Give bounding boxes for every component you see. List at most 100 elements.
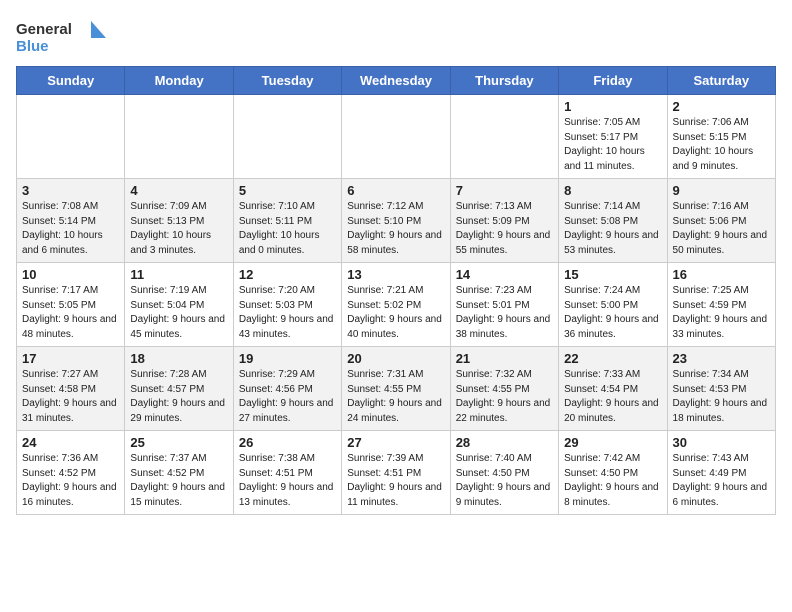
calendar-table: SundayMondayTuesdayWednesdayThursdayFrid… xyxy=(16,66,776,515)
day-number: 22 xyxy=(564,351,661,366)
calendar-cell xyxy=(233,95,341,179)
calendar-cell: 28 Sunrise: 7:40 AMSunset: 4:50 PMDayligh… xyxy=(450,431,558,515)
calendar-cell: 9 Sunrise: 7:16 AMSunset: 5:06 PMDaylight… xyxy=(667,179,775,263)
day-number: 15 xyxy=(564,267,661,282)
day-number: 17 xyxy=(22,351,119,366)
calendar-cell: 19Sunrise: 7:29 AMSunset: 4:56 PMDayligh… xyxy=(233,347,341,431)
day-info: Sunrise: 7:32 AMSunset: 4:55 PMDaylight:… xyxy=(456,368,553,426)
day-info: Sunrise: 7:10 AMSunset: 5:11 PMDaylight:… xyxy=(239,200,336,258)
day-info: Sunrise: 7:31 AMSunset: 4:55 PMDaylight:… xyxy=(347,368,444,426)
day-number: 9 xyxy=(673,183,770,198)
calendar-cell: 6 Sunrise: 7:12 AMSunset: 5:10 PMDaylight… xyxy=(342,179,450,263)
calendar-cell: 23 Sunrise: 7:34 AMSunset: 4:53 PMDayligh… xyxy=(667,347,775,431)
calendar-cell: 26 Sunrise: 7:38 AMSunset: 4:51 PMDayligh… xyxy=(233,431,341,515)
day-number: 18 xyxy=(130,351,227,366)
calendar-cell: 17 Sunrise: 7:27 AMSunset: 4:58 PMDayligh… xyxy=(17,347,125,431)
day-info: Sunrise: 7:08 AMSunset: 5:14 PMDaylight:… xyxy=(22,200,119,258)
weekday-header-thursday: Thursday xyxy=(450,67,558,95)
calendar-cell: 5 Sunrise: 7:10 AMSunset: 5:11 PMDaylight… xyxy=(233,179,341,263)
day-info: Sunrise: 7:14 AMSunset: 5:08 PMDaylight:… xyxy=(564,200,661,258)
day-number: 13 xyxy=(347,267,444,282)
calendar-cell xyxy=(125,95,233,179)
day-number: 25 xyxy=(130,435,227,450)
day-info: Sunrise: 7:09 AMSunset: 5:13 PMDaylight:… xyxy=(130,200,227,258)
day-info: Sunrise: 7:27 AMSunset: 4:58 PMDaylight:… xyxy=(22,368,119,426)
weekday-header-wednesday: Wednesday xyxy=(342,67,450,95)
calendar-week-4: 17 Sunrise: 7:27 AMSunset: 4:58 PMDayligh… xyxy=(17,347,776,431)
day-info: Sunrise: 7:13 AMSunset: 5:09 PMDaylight:… xyxy=(456,200,553,258)
day-info: Sunrise: 7:37 AMSunset: 4:52 PMDaylight:… xyxy=(130,452,227,510)
calendar-cell: 15 Sunrise: 7:24 AMSunset: 5:00 PMDayligh… xyxy=(559,263,667,347)
day-info: Sunrise: 7:28 AMSunset: 4:57 PMDaylight:… xyxy=(130,368,227,426)
calendar-cell: 13 Sunrise: 7:21 AMSunset: 5:02 PMDayligh… xyxy=(342,263,450,347)
day-number: 14 xyxy=(456,267,553,282)
day-number: 23 xyxy=(673,351,770,366)
calendar-cell xyxy=(342,95,450,179)
calendar-cell: 20 Sunrise: 7:31 AMSunset: 4:55 PMDayligh… xyxy=(342,347,450,431)
day-info: Sunrise: 7:39 AMSunset: 4:51 PMDaylight:… xyxy=(347,452,444,510)
logo-svg: General Blue xyxy=(16,16,106,56)
day-info: Sunrise: 7:40 AMSunset: 4:50 PMDaylight:… xyxy=(456,452,553,510)
calendar-cell: 3 Sunrise: 7:08 AMSunset: 5:14 PMDaylight… xyxy=(17,179,125,263)
calendar-cell: 27 Sunrise: 7:39 AMSunset: 4:51 PMDayligh… xyxy=(342,431,450,515)
day-info: Sunrise: 7:23 AMSunset: 5:01 PMDaylight:… xyxy=(456,284,553,342)
calendar-cell: 24 Sunrise: 7:36 AMSunset: 4:52 PMDayligh… xyxy=(17,431,125,515)
calendar-cell: 30 Sunrise: 7:43 AMSunset: 4:49 PMDayligh… xyxy=(667,431,775,515)
day-number: 1 xyxy=(564,99,661,114)
day-number: 5 xyxy=(239,183,336,198)
day-number: 8 xyxy=(564,183,661,198)
day-number: 16 xyxy=(673,267,770,282)
day-number: 6 xyxy=(347,183,444,198)
day-number: 4 xyxy=(130,183,227,198)
day-info: Sunrise: 7:34 AMSunset: 4:53 PMDaylight:… xyxy=(673,368,770,426)
day-info: Sunrise: 7:42 AMSunset: 4:50 PMDaylight:… xyxy=(564,452,661,510)
day-info: Sunrise: 7:29 AMSunset: 4:56 PMDaylight:… xyxy=(239,368,336,426)
day-info: Sunrise: 7:43 AMSunset: 4:49 PMDaylight:… xyxy=(673,452,770,510)
day-number: 29 xyxy=(564,435,661,450)
day-info: Sunrise: 7:16 AMSunset: 5:06 PMDaylight:… xyxy=(673,200,770,258)
logo-general-text: General xyxy=(16,21,72,38)
day-info: Sunrise: 7:36 AMSunset: 4:52 PMDaylight:… xyxy=(22,452,119,510)
page-header: General Blue xyxy=(16,16,776,56)
calendar-cell xyxy=(17,95,125,179)
day-number: 28 xyxy=(456,435,553,450)
calendar-cell: 2 Sunrise: 7:06 AMSunset: 5:15 PMDaylight… xyxy=(667,95,775,179)
day-number: 20 xyxy=(347,351,444,366)
calendar-cell xyxy=(450,95,558,179)
calendar-week-1: 1 Sunrise: 7:05 AMSunset: 5:17 PMDaylight… xyxy=(17,95,776,179)
day-number: 10 xyxy=(22,267,119,282)
calendar-cell: 12 Sunrise: 7:20 AMSunset: 5:03 PMDayligh… xyxy=(233,263,341,347)
day-number: 12 xyxy=(239,267,336,282)
day-number: 2 xyxy=(673,99,770,114)
day-number: 30 xyxy=(673,435,770,450)
day-number: 27 xyxy=(347,435,444,450)
day-number: 21 xyxy=(456,351,553,366)
calendar-week-5: 24 Sunrise: 7:36 AMSunset: 4:52 PMDayligh… xyxy=(17,431,776,515)
day-number: 3 xyxy=(22,183,119,198)
calendar-cell: 4 Sunrise: 7:09 AMSunset: 5:13 PMDaylight… xyxy=(125,179,233,263)
day-number: 26 xyxy=(239,435,336,450)
calendar-cell: 16 Sunrise: 7:25 AMSunset: 4:59 PMDayligh… xyxy=(667,263,775,347)
calendar-cell: 21 Sunrise: 7:32 AMSunset: 4:55 PMDayligh… xyxy=(450,347,558,431)
day-number: 24 xyxy=(22,435,119,450)
logo: General Blue xyxy=(16,16,106,56)
day-info: Sunrise: 7:21 AMSunset: 5:02 PMDaylight:… xyxy=(347,284,444,342)
calendar-cell: 14 Sunrise: 7:23 AMSunset: 5:01 PMDayligh… xyxy=(450,263,558,347)
day-info: Sunrise: 7:06 AMSunset: 5:15 PMDaylight:… xyxy=(673,116,770,174)
calendar-cell: 7Sunrise: 7:13 AMSunset: 5:09 PMDaylight… xyxy=(450,179,558,263)
day-info: Sunrise: 7:19 AMSunset: 5:04 PMDaylight:… xyxy=(130,284,227,342)
calendar-cell: 8 Sunrise: 7:14 AMSunset: 5:08 PMDaylight… xyxy=(559,179,667,263)
weekday-header-friday: Friday xyxy=(559,67,667,95)
day-info: Sunrise: 7:12 AMSunset: 5:10 PMDaylight:… xyxy=(347,200,444,258)
day-info: Sunrise: 7:24 AMSunset: 5:00 PMDaylight:… xyxy=(564,284,661,342)
day-info: Sunrise: 7:25 AMSunset: 4:59 PMDaylight:… xyxy=(673,284,770,342)
day-info: Sunrise: 7:05 AMSunset: 5:17 PMDaylight:… xyxy=(564,116,661,174)
calendar-week-3: 10Sunrise: 7:17 AMSunset: 5:05 PMDayligh… xyxy=(17,263,776,347)
weekday-header-saturday: Saturday xyxy=(667,67,775,95)
calendar-week-2: 3 Sunrise: 7:08 AMSunset: 5:14 PMDaylight… xyxy=(17,179,776,263)
weekday-header-monday: Monday xyxy=(125,67,233,95)
calendar-cell: 25 Sunrise: 7:37 AMSunset: 4:52 PMDayligh… xyxy=(125,431,233,515)
logo-blue-text: Blue xyxy=(16,38,49,55)
day-info: Sunrise: 7:20 AMSunset: 5:03 PMDaylight:… xyxy=(239,284,336,342)
day-info: Sunrise: 7:38 AMSunset: 4:51 PMDaylight:… xyxy=(239,452,336,510)
